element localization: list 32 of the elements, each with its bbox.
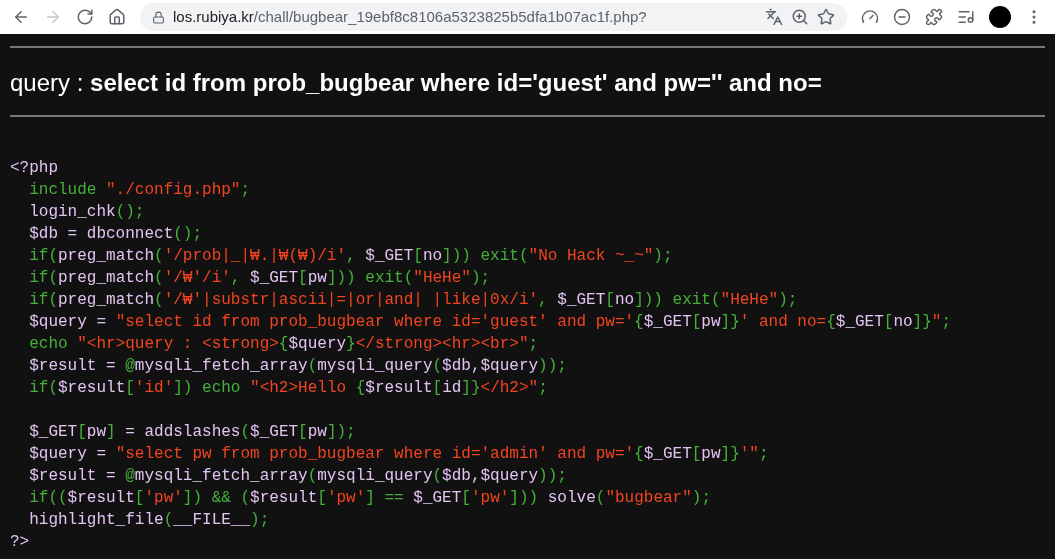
code-line: $result = @mysqli_fetch_array(mysqli_query($db,$query)); (28, 466, 567, 487)
translate-icon[interactable] (765, 8, 783, 26)
code-line: if(preg_match('/₩'|substr|ascii|=|or|and| |like|0x/i', $_GET[no])) exit("HeHe"); (28, 290, 798, 311)
gauge-icon[interactable] (861, 8, 879, 26)
code-line: $result = @mysqli_fetch_array(mysqli_query($db,$query)); (28, 356, 567, 377)
lock-icon (152, 10, 165, 24)
code-line: $query = "select pw from prob_bugbear where id='admin' and pw='{$_GET[pw]}'"; (28, 444, 769, 465)
code-line: $query = "select id from prob_bugbear where id='guest' and pw='{$_GET[pw]}' and no={$_GET[no]}"; (28, 312, 952, 333)
code-line: <?php (10, 158, 58, 179)
address-bar[interactable]: los.rubiya.kr/chall/bugbear_19ebf8c8106a5323825b5dfa1b07ac1f.php? (140, 3, 847, 31)
back-button[interactable] (12, 8, 30, 26)
code-line: $_GET[pw] = addslashes($_GET[pw]); (28, 422, 356, 443)
code-line: if($result['id']) echo "<h2>Hello {$result[id]}</h2>"; (28, 378, 548, 399)
minus-circle-icon[interactable] (893, 8, 911, 26)
media-list-icon[interactable] (957, 8, 975, 26)
code-line: if(preg_match('/prob|_|₩.|₩(₩)/i', $_GET[no])) exit("No Hack ~_~"); (28, 246, 673, 267)
bookmark-star-icon[interactable] (817, 8, 835, 26)
reload-button[interactable] (76, 8, 94, 26)
home-button[interactable] (108, 8, 126, 26)
code-line: include "./config.php"; (28, 180, 251, 201)
url-text: los.rubiya.kr/chall/bugbear_19ebf8c8106a5323825b5dfa1b07ac1f.php? (173, 6, 647, 27)
code-line: if(($result['pw']) && ($result['pw'] == $_GET['pw'])) solve("bugbear"); (28, 488, 711, 509)
code-line: if(preg_match('/₩'/i', $_GET[pw])) exit("HeHe"); (28, 268, 491, 289)
code-line: ?> (10, 532, 30, 553)
code-line: $db = dbconnect(); (28, 224, 203, 245)
code-line: echo "<hr>query : <strong>{$query}</strong><hr><br>"; (28, 334, 539, 355)
code-line: highlight_file(__FILE__); (28, 510, 270, 531)
query-heading: query : select id from prob_bugbear where id='guest' and pw='' and no= (9, 68, 823, 98)
extensions-icon[interactable] (925, 8, 943, 26)
profile-avatar[interactable] (989, 6, 1011, 28)
zoom-icon[interactable] (791, 8, 809, 26)
code-line: login_chk(); (28, 202, 145, 223)
